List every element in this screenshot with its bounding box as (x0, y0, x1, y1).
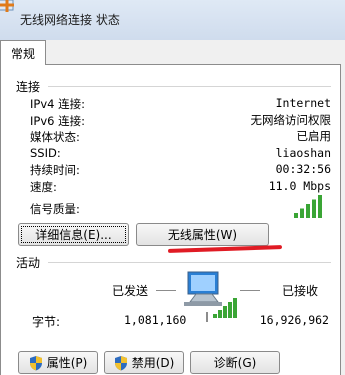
media-state-value: 已启用 (296, 129, 332, 143)
sent-label: 已发送 (112, 284, 149, 298)
properties-button-label: 属性(P) (46, 356, 88, 370)
properties-button[interactable]: 属性(P) (18, 351, 98, 374)
duration-label: 持续时间: (30, 163, 80, 177)
connection-divider (48, 86, 331, 87)
disable-button[interactable]: 禁用(D) (104, 351, 184, 374)
signal-quality-label: 信号质量: (30, 202, 80, 216)
signal-bar (300, 208, 304, 218)
signal-bar (312, 199, 316, 218)
ipv6-label: IPv6 连接: (30, 114, 85, 128)
ipv4-value: Internet (275, 96, 331, 110)
uac-shield-icon (114, 355, 128, 371)
ipv4-label: IPv4 连接: (30, 97, 85, 111)
title-bar: 无线网络连接 状态 (0, 0, 345, 40)
connection-heading: 连接 (16, 80, 41, 94)
wireless-properties-button[interactable]: 无线属性(W) (136, 223, 269, 246)
received-label: 已接收 (282, 284, 319, 298)
activity-divider (48, 262, 331, 263)
signal-strength-icon (292, 194, 324, 218)
activity-heading: 活动 (16, 256, 41, 270)
signal-bar (306, 204, 310, 218)
signal-bar (294, 213, 298, 218)
ssid-label: SSID: (30, 146, 61, 160)
signal-bar (318, 195, 322, 218)
tab-general[interactable]: 常规 (0, 40, 46, 65)
sent-connector (156, 290, 176, 291)
speed-label: 速度: (30, 180, 57, 194)
bytes-label: 字节: (32, 315, 61, 329)
details-button[interactable]: 详细信息(E)... (18, 223, 129, 246)
duration-value: 00:32:56 (275, 162, 331, 176)
bytes-sent-value: 1,081,160 (124, 313, 187, 327)
uac-shield-icon (29, 355, 43, 371)
tab-label: 常规 (10, 46, 35, 61)
media-state-label: 媒体状态: (30, 130, 80, 144)
bytes-received-value: 16,926,962 (259, 313, 329, 327)
diagnose-button[interactable]: 诊断(G) (190, 351, 280, 374)
speed-value: 11.0 Mbps (268, 179, 331, 193)
disable-button-label: 禁用(D) (131, 356, 175, 370)
received-connector (240, 290, 260, 291)
window-title: 无线网络连接 状态 (20, 13, 120, 27)
network-status-icon (0, 0, 20, 20)
ssid-value: liaoshan (275, 146, 331, 160)
ipv6-value: 无网络访问权限 (250, 113, 332, 127)
